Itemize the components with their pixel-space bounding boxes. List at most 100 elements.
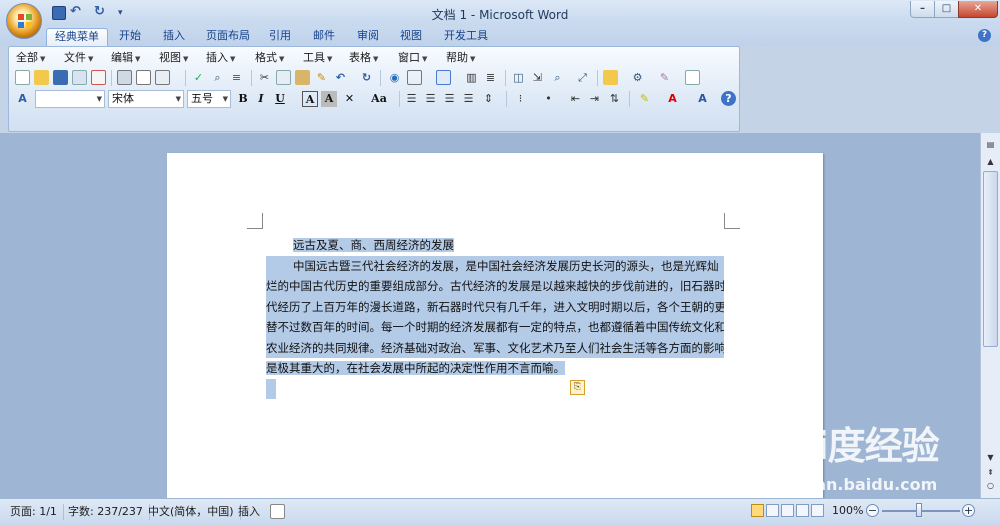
help-icon[interactable]: ? xyxy=(978,29,991,42)
show-hide-icon[interactable]: ≣ xyxy=(483,70,498,85)
menu-file[interactable]: 文件 ▼ xyxy=(64,50,93,67)
web-layout-icon[interactable] xyxy=(781,504,794,517)
envelope-icon[interactable] xyxy=(685,70,700,85)
tab-references[interactable]: 引用 xyxy=(261,28,299,46)
word-count[interactable]: 字数: 237/237 xyxy=(62,504,150,520)
menu-edit[interactable]: 编辑 ▼ xyxy=(111,50,140,67)
tab-mailings[interactable]: 邮件 xyxy=(305,28,343,46)
zoom-in-button[interactable]: + xyxy=(962,504,975,517)
tools-icon[interactable]: ⚙ xyxy=(630,70,645,85)
save-icon[interactable] xyxy=(53,70,68,85)
paste-icon[interactable] xyxy=(295,70,310,85)
menu-help[interactable]: 帮助 ▼ xyxy=(446,50,475,67)
print-preview-icon[interactable] xyxy=(136,70,151,85)
document-page[interactable]: 远古及夏、商、西周经济的发展 中国远古暨三代社会经济的发展，是中国社会经济发展历… xyxy=(167,153,823,503)
tab-view[interactable]: 视图 xyxy=(392,28,430,46)
print-layout-view-icon[interactable] xyxy=(751,504,764,517)
redo-icon[interactable]: ↻ xyxy=(359,70,374,85)
ruler-toggle-icon[interactable]: ▤ xyxy=(984,138,997,151)
menu-window[interactable]: 窗口 ▼ xyxy=(398,50,427,67)
undo-icon[interactable]: ↶ xyxy=(333,70,348,85)
menu-insert[interactable]: 插入 ▼ xyxy=(206,50,235,67)
increase-indent-icon[interactable]: ⇥ xyxy=(587,91,602,106)
tab-classic-menu[interactable]: 经典菜单 xyxy=(46,28,108,46)
full-screen-icon[interactable]: ⤢ xyxy=(575,70,590,85)
italic-button[interactable]: I xyxy=(253,91,269,107)
bullets-icon[interactable]: • xyxy=(541,91,556,106)
columns-icon[interactable]: ▥ xyxy=(464,70,479,85)
document-map-icon[interactable]: ⇲ xyxy=(530,70,545,85)
zoom-icon[interactable]: ⌕ xyxy=(550,70,565,85)
justify-icon[interactable]: ☰ xyxy=(461,91,476,106)
spelling-icon[interactable]: ✓ xyxy=(191,70,206,85)
zoom-slider-thumb[interactable] xyxy=(916,503,922,517)
styles-pane-icon[interactable]: A xyxy=(15,91,30,106)
numbering-icon[interactable]: ⁝ xyxy=(513,91,528,106)
borders-icon[interactable] xyxy=(407,70,422,85)
insert-table-icon[interactable] xyxy=(436,70,451,85)
font-size-combo[interactable]: 五号 ▼ xyxy=(187,90,231,108)
character-scaling-icon[interactable]: ✕ xyxy=(342,91,357,106)
hyperlink-icon[interactable]: ◉ xyxy=(387,70,402,85)
permission-icon[interactable] xyxy=(72,70,87,85)
thesaurus-icon[interactable]: ≡ xyxy=(229,70,244,85)
draft-view-icon[interactable] xyxy=(811,504,824,517)
insert-mode[interactable]: 插入 xyxy=(232,504,266,520)
decrease-indent-icon[interactable]: ⇤ xyxy=(568,91,583,106)
toolbar-separator xyxy=(629,91,630,107)
language-indicator[interactable]: 中文(简体，中国) xyxy=(142,504,241,520)
menu-view[interactable]: 视图 ▼ xyxy=(159,50,188,67)
line-spacing-icon[interactable]: ⇕ xyxy=(481,91,496,106)
paste-options-icon[interactable]: ⎘ xyxy=(570,380,585,395)
copy-icon[interactable] xyxy=(276,70,291,85)
text-effects-icon[interactable]: A xyxy=(695,91,710,106)
font-name-combo[interactable]: 宋体 ▼ xyxy=(108,90,184,108)
menu-tools[interactable]: 工具 ▼ xyxy=(303,50,332,67)
page-indicator[interactable]: 页面: 1/1 xyxy=(4,504,64,520)
research-icon[interactable]: ⌕ xyxy=(210,70,225,85)
character-shading-button[interactable]: A xyxy=(321,91,337,107)
style-combo[interactable]: ▼ xyxy=(35,90,105,108)
align-left-icon[interactable]: ☰ xyxy=(404,91,419,106)
menu-all[interactable]: 全部 ▼ xyxy=(16,50,45,67)
office-button[interactable] xyxy=(6,3,42,39)
zoom-out-button[interactable]: − xyxy=(866,504,879,517)
document-body[interactable]: 远古及夏、商、西周经济的发展 中国远古暨三代社会经济的发展，是中国社会经济发展历… xyxy=(266,235,724,399)
menu-format[interactable]: 格式 ▼ xyxy=(255,50,284,67)
print-icon[interactable] xyxy=(117,70,132,85)
web-preview-icon[interactable] xyxy=(155,70,170,85)
close-button[interactable]: ✕ xyxy=(958,1,998,18)
tab-home[interactable]: 开始 xyxy=(111,28,149,46)
maximize-button[interactable]: □ xyxy=(934,1,959,18)
outline-view-icon[interactable] xyxy=(796,504,809,517)
cut-icon[interactable]: ✂ xyxy=(257,70,272,85)
scroll-up-icon[interactable]: ▲ xyxy=(984,155,997,168)
scroll-thumb[interactable] xyxy=(983,171,998,347)
drawing-icon[interactable]: ◫ xyxy=(511,70,526,85)
help-icon[interactable]: ? xyxy=(721,91,736,106)
highlight-icon[interactable]: ✎ xyxy=(637,91,652,106)
macro-record-icon[interactable] xyxy=(270,504,285,519)
menu-table[interactable]: 表格 ▼ xyxy=(349,50,378,67)
tab-page-layout[interactable]: 页面布局 xyxy=(198,28,258,46)
zoom-level[interactable]: 100% xyxy=(832,504,863,517)
change-case-button[interactable]: Aa xyxy=(369,91,389,107)
full-screen-reading-icon[interactable] xyxy=(766,504,779,517)
folder-options-icon[interactable] xyxy=(603,70,618,85)
tab-review[interactable]: 审阅 xyxy=(349,28,387,46)
bold-button[interactable]: B xyxy=(235,91,251,107)
minimize-button[interactable]: – xyxy=(910,1,935,18)
align-center-icon[interactable]: ☰ xyxy=(423,91,438,106)
tab-developer[interactable]: 开发工具 xyxy=(436,28,496,46)
tab-insert[interactable]: 插入 xyxy=(155,28,193,46)
pdf-icon[interactable] xyxy=(91,70,106,85)
align-right-icon[interactable]: ☰ xyxy=(442,91,457,106)
new-document-icon[interactable] xyxy=(15,70,30,85)
sort-icon[interactable]: ⇅ xyxy=(607,91,622,106)
underline-button[interactable]: U xyxy=(272,91,288,107)
character-border-button[interactable]: A xyxy=(302,91,318,107)
styles-icon[interactable]: ✎ xyxy=(657,70,672,85)
font-color-icon[interactable]: A xyxy=(665,91,680,106)
open-folder-icon[interactable] xyxy=(34,70,49,85)
format-painter-icon[interactable]: ✎ xyxy=(314,70,329,85)
